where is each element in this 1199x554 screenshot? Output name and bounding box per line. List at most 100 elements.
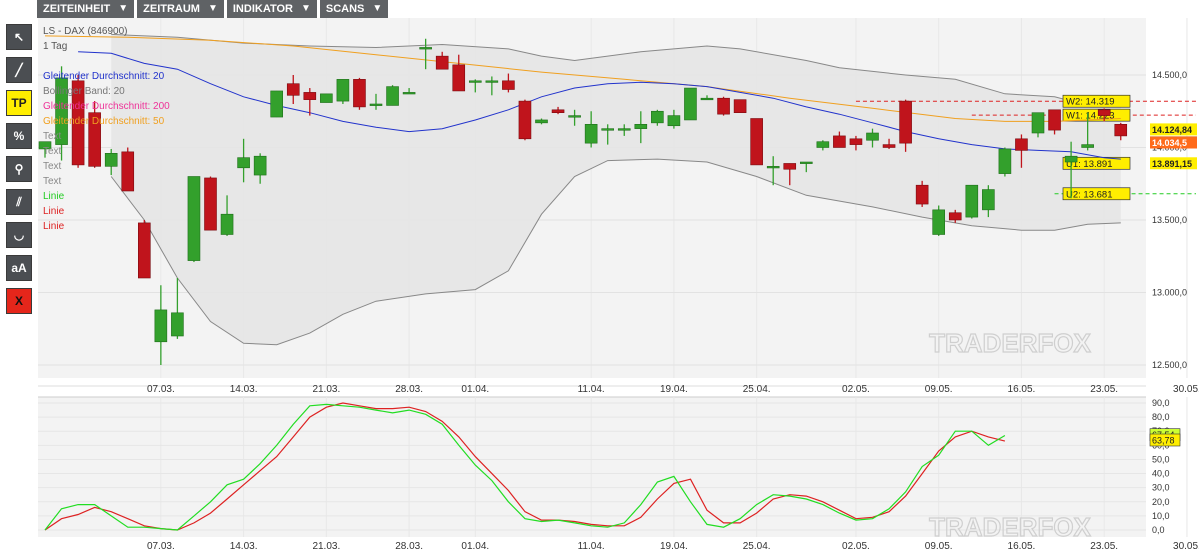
candle-body — [584, 124, 598, 144]
x-tick-label: 16.05. — [1008, 384, 1036, 395]
candle-body — [270, 90, 284, 118]
level-label: U2: 13.681 — [1062, 187, 1131, 200]
osc-y-tick-label: 0,0 — [1152, 525, 1165, 535]
osc-y-tick-label: 10,0 — [1152, 511, 1170, 521]
candle-body — [369, 103, 383, 106]
candle-body — [799, 161, 813, 164]
legend-item: Gleitender Durchschnitt: 20 — [43, 71, 165, 82]
candle-body — [568, 115, 581, 118]
candle-body — [502, 80, 515, 90]
candle-body — [651, 110, 664, 124]
osc-y-tick-label: 90,0 — [1152, 398, 1170, 408]
osc-value-label: 63,78 — [1149, 433, 1181, 447]
osc-x-tick-label: 30.05. — [1173, 541, 1199, 552]
candle-body — [220, 213, 234, 235]
legend-item: Linie — [43, 206, 65, 217]
x-tick-label: 11.04. — [578, 384, 605, 395]
candle-body — [353, 79, 366, 108]
osc-x-tick-label: 01.04. — [461, 541, 489, 552]
candle-body — [998, 148, 1012, 174]
candle-body — [386, 86, 399, 106]
candle-body — [1031, 112, 1045, 134]
candle — [187, 176, 201, 263]
candle-body — [320, 93, 333, 103]
candle-body — [187, 176, 201, 261]
candle-body — [1081, 144, 1094, 148]
candle-body — [948, 212, 962, 221]
legend-item: Text — [43, 161, 62, 172]
candle-body — [684, 87, 697, 121]
x-tick-label: 23.05. — [1090, 384, 1118, 395]
legend-item: Text — [43, 176, 62, 187]
osc-x-tick-label: 28.03. — [395, 541, 423, 552]
candle — [204, 176, 217, 231]
candle-body — [535, 119, 548, 124]
osc-y-tick-label: 30,0 — [1152, 483, 1170, 493]
candle-body — [402, 92, 416, 95]
y-tick-label: 13.500,0 — [1152, 215, 1187, 225]
osc-x-tick-label: 19.04. — [660, 541, 688, 552]
osc-value-text: 63,78 — [1152, 435, 1175, 445]
osc-y-tick-label: 80,0 — [1152, 412, 1170, 422]
x-tick-label: 01.04. — [461, 384, 489, 395]
legend-item: Gleitender Durchschnitt: 200 — [43, 101, 170, 112]
x-tick-label: 09.05. — [925, 384, 953, 395]
candle-body — [816, 141, 830, 148]
candle-body — [617, 128, 631, 131]
legend-item: Bollinger Band: 20 — [43, 86, 125, 97]
osc-x-tick-label: 02.05. — [842, 541, 870, 552]
candle-body — [121, 151, 135, 192]
osc-x-tick-label: 25.04. — [743, 541, 771, 552]
instrument-title: LS - DAX (846900) — [43, 26, 128, 37]
candle-body — [551, 109, 565, 114]
candle-body — [965, 184, 979, 218]
candle-body — [750, 118, 763, 166]
legend-item: Text — [43, 131, 62, 142]
candle-body — [237, 157, 250, 169]
candle-body — [1114, 124, 1128, 137]
x-tick-label: 02.05. — [842, 384, 870, 395]
y-tick-label: 14.500,0 — [1152, 70, 1187, 80]
chart-canvas[interactable]: 12.500,013.000,013.500,014.000,014.500,0… — [0, 0, 1199, 554]
osc-x-tick-label: 16.05. — [1008, 541, 1036, 552]
osc-x-tick-label: 11.04. — [578, 541, 605, 552]
osc-x-tick-label: 14.03. — [230, 541, 258, 552]
x-tick-label: 28.03. — [395, 384, 423, 395]
candle-body — [485, 80, 499, 83]
candle — [684, 87, 697, 121]
level-label-text: W2: 14.319 — [1066, 97, 1115, 108]
price-label: 14.034,5 — [1150, 136, 1197, 149]
candle-body — [253, 155, 267, 176]
candle-body — [899, 100, 912, 144]
legend-item: Linie — [43, 221, 65, 232]
candle-body — [932, 209, 946, 235]
candle-body — [419, 47, 432, 50]
osc-y-tick-label: 50,0 — [1152, 454, 1170, 464]
candle — [965, 184, 979, 219]
interval-label: 1 Tag — [43, 41, 67, 52]
candle-body — [435, 55, 449, 70]
candle-body — [766, 166, 780, 169]
watermark-logo: TRADERFOX — [929, 328, 1091, 358]
osc-y-tick-label: 40,0 — [1152, 469, 1170, 479]
legend-item: Linie — [43, 191, 65, 202]
candle — [733, 99, 747, 114]
candle-body — [154, 309, 168, 343]
candle — [386, 85, 399, 106]
candle-body — [833, 135, 846, 148]
candle-body — [452, 64, 466, 92]
level-label-text: U2: 13.681 — [1066, 189, 1112, 200]
candle — [353, 77, 366, 110]
candle-body — [1064, 155, 1078, 163]
candle-body — [733, 99, 747, 114]
candle-body — [1048, 109, 1061, 131]
candle-body — [518, 100, 532, 140]
candle-body — [601, 128, 615, 131]
candle — [518, 99, 532, 141]
x-tick-label: 21.03. — [312, 384, 340, 395]
osc-x-tick-label: 09.05. — [925, 541, 953, 552]
candle — [336, 79, 350, 104]
osc-x-tick-label: 07.03. — [147, 541, 175, 552]
price-label: 13.891,15 — [1150, 157, 1197, 170]
candle-body — [1015, 138, 1028, 151]
